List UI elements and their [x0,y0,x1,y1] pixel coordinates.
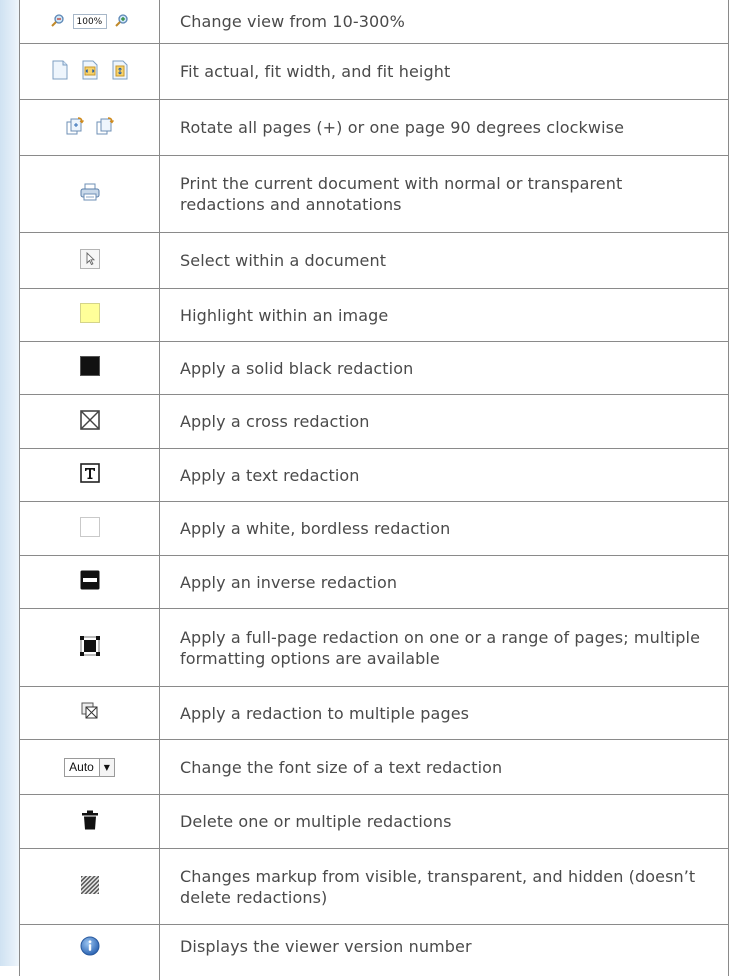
table-row: Select within a document [20,233,728,289]
table-row: Apply a white, bordless redaction [20,502,728,556]
fit-height-icon[interactable] [111,60,129,84]
zoom-level-input[interactable]: 100% [72,14,107,29]
multi-page-redaction-icon[interactable] [81,702,99,724]
row-description: Apply a full-page redaction on one or a … [180,627,701,668]
row-description: Select within a document [180,251,387,270]
table-row: Delete one or multiple redactions [20,795,728,849]
row-description: Change view from 10-300% [180,12,405,31]
chevron-down-icon[interactable]: ▼ [98,758,114,776]
table-row: Highlight within an image [20,289,728,342]
table-row: Apply a cross redaction [20,395,728,449]
row-description: Apply a cross redaction [180,412,370,431]
zoom-in-icon[interactable] [114,12,129,31]
table-row: Fit actual, fit width, and fit height [20,44,728,100]
table-row: Displays the viewer version number [20,925,728,980]
full-page-redaction-icon[interactable] [79,635,100,660]
row-description: Apply a text redaction [180,465,360,485]
table-row: Auto ▼ Change the font size of a text re… [20,740,728,795]
row-description: Changes markup from visible, transparent… [180,866,696,907]
fit-width-icon[interactable] [81,60,99,84]
table-row: Apply an inverse redaction [20,556,728,609]
rotate-all-pages-icon[interactable] [65,116,85,140]
table-row: Apply a solid black redaction [20,342,728,395]
row-description: Displays the viewer version number [180,937,472,956]
table-row: Apply a full-page redaction on one or a … [20,609,728,687]
toolbar-reference-table: 100% Change view from 10-300% Fit actual… [19,0,729,980]
row-description: Apply a white, bordless redaction [180,519,451,538]
row-description: Apply a solid black redaction [180,358,414,378]
text-redaction-icon[interactable] [79,463,100,487]
row-description: Print the current document with normal o… [180,174,623,214]
table-row: Rotate all pages (+) or one page 90 degr… [20,100,728,156]
zoom-out-icon[interactable] [50,12,65,31]
cross-redaction-icon[interactable] [79,409,100,434]
row-description: Apply a redaction to multiple pages [180,703,470,723]
font-size-value: Auto [69,760,94,774]
markup-visibility-icon[interactable] [80,875,99,898]
table-row: Changes markup from visible, transparent… [20,849,728,925]
solid-black-redaction-icon[interactable] [79,356,100,380]
font-size-dropdown[interactable]: Auto ▼ [64,757,115,777]
row-description: Fit actual, fit width, and fit height [180,62,451,81]
highlight-icon[interactable] [79,303,100,327]
table-row: 100% Change view from 10-300% [20,0,728,44]
select-arrow-icon[interactable] [79,248,100,273]
table-row: Apply a redaction to multiple pages [20,687,728,740]
rotate-page-icon[interactable] [95,116,115,140]
white-redaction-icon[interactable] [79,516,100,541]
row-description: Change the font size of a text redaction [180,757,503,777]
row-description: Rotate all pages (+) or one page 90 degr… [180,118,625,137]
table-row: Print the current document with normal o… [20,156,728,233]
fit-actual-icon[interactable] [51,60,69,84]
table-row: Apply a text redaction [20,449,728,502]
trash-icon[interactable] [81,810,99,834]
info-icon[interactable] [80,936,100,960]
inverse-redaction-icon[interactable] [80,570,100,594]
row-description: Apply an inverse redaction [180,572,398,592]
row-description: Highlight within an image [180,305,389,325]
row-description: Delete one or multiple redactions [180,812,452,831]
print-icon[interactable] [80,183,100,205]
